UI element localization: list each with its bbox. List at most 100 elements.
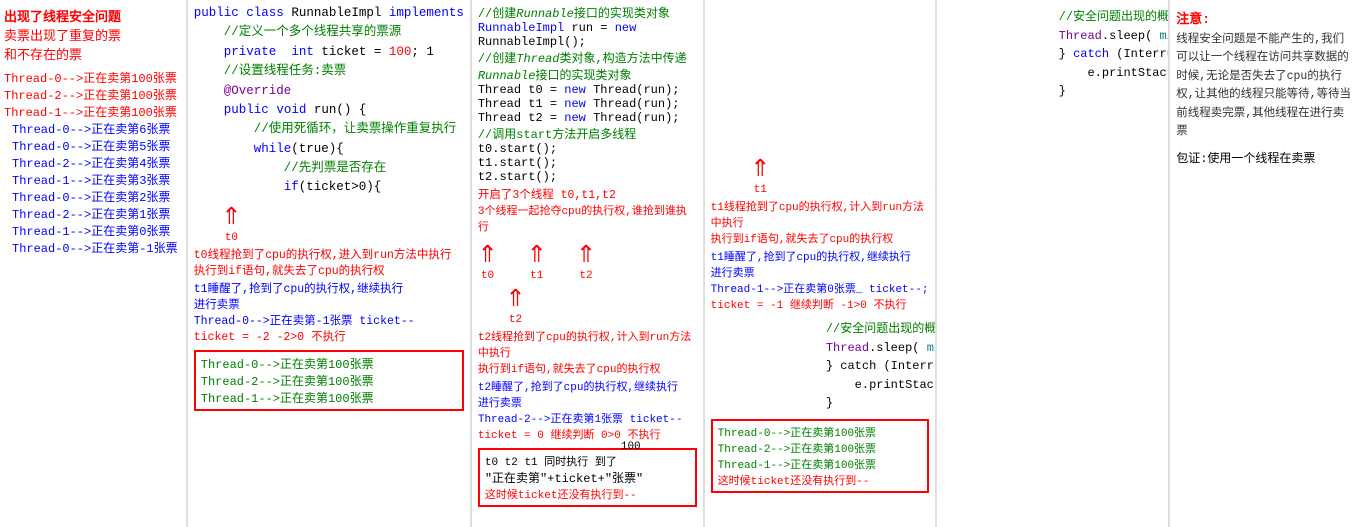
thread-t1-line: Thread t1 = new Thread(run); — [478, 97, 697, 111]
arrow-t2-below-label: t2 — [509, 314, 522, 326]
code-line-6: public void run() { — [194, 101, 464, 120]
sleep-line: Thread.sleep( millis: 10); — [711, 339, 930, 358]
thread-line-1: Thread-0-->正在卖第100张票 — [4, 69, 182, 86]
t2-annotation5: Thread-2-->正在卖第1张票 ticket-- — [478, 410, 697, 426]
col5-code: //安全问题出现的概率，让程序睡眠 Thread.sleep( millis: … — [943, 8, 1162, 101]
col5-brace: } — [943, 82, 1162, 101]
safety-warning-title: 出现了线程安全问题 — [4, 6, 182, 25]
thread-line-9: Thread-2-->正在卖第1张票 — [4, 205, 182, 222]
t2-annotation2: 执行到if语句,就失去了cpu的执行权 — [478, 360, 697, 376]
code-block: public class RunnableImpl implements Run… — [194, 4, 464, 198]
up-arrow-t1-col4: ⇑ — [751, 152, 770, 184]
t1-annotations: ⇑ t1 t1线程抢到了cpu的执行权,计入到run方法中执行 执行到if语句,… — [711, 152, 930, 312]
arrow-t2-col3: ⇑ t2 — [576, 238, 595, 282]
t2-arrow-label: ⇑ t2 — [478, 282, 697, 326]
box-col4-note: 这时候ticket还没有执行到-- — [718, 472, 923, 488]
thread-line-3: Thread-1-->正在卖第100张票 — [4, 103, 182, 120]
arrow-t0-label-col3: t0 — [481, 270, 494, 282]
box-col4-thread0: Thread-0-->正在卖第100张票 — [718, 424, 923, 440]
code-line-4: //设置线程任务:卖票 — [194, 62, 464, 81]
thread-line-5: Thread-0-->正在卖第5张票 — [4, 137, 182, 154]
t1-start-line: t1.start(); — [478, 156, 697, 170]
arrow-t0: ⇑ t0 — [222, 200, 241, 244]
t0-start-line: t0.start(); — [478, 142, 697, 156]
thread-t2-line: Thread t2 = new Thread(run); — [478, 111, 697, 125]
code-snippet: "正在卖第"+ticket+"张票" — [485, 469, 690, 486]
box-thread1: Thread-1-->正在卖第100张票 — [201, 389, 457, 406]
t0-annotation1: t0线程抢到了cpu的执行权,进入到run方法中执行 — [194, 246, 464, 262]
box-annotation-row: t0 t2 t1 同时执行 到了 100 — [485, 453, 690, 469]
code-line-2: //定义一个多个线程共享的票源 — [194, 23, 464, 42]
code-line-7: //使用死循环，让卖票操作重复执行 — [194, 120, 464, 139]
box-col4-thread2: Thread-2-->正在卖第100张票 — [718, 440, 923, 456]
t1-panel: ⇑ t1 t1线程抢到了cpu的执行权,计入到run方法中执行 执行到if语句,… — [705, 0, 938, 527]
open-threads-annotation: 开启了3个线程 t0,t1,t2 — [478, 186, 697, 202]
col5-comment: //安全问题出现的概率，让程序睡眠 — [943, 8, 1162, 27]
compete-annotation: 3个线程一起抢夺cpu的执行权,谁抢到谁执行 — [478, 202, 697, 234]
left-panel: 出现了线程安全问题 卖票出现了重复的票 和不存在的票 Thread-0-->正在… — [0, 0, 188, 527]
box-thread2: Thread-2-->正在卖第100张票 — [201, 372, 457, 389]
t2-annotation4: 进行卖票 — [478, 394, 697, 410]
arrow-t0-label: t0 — [225, 232, 238, 244]
thread-line-8: Thread-0-->正在卖第2张票 — [4, 188, 182, 205]
right-code-panel: //创建Runnable接口的实现类对象 RunnableImpl run = … — [472, 0, 705, 527]
right-code-col5: //安全问题出现的概率，让程序睡眠 Thread.sleep( millis: … — [937, 0, 1170, 527]
arrow-t2-label-col3: t2 — [579, 270, 592, 282]
arrow-t1-label-col3: t1 — [530, 270, 543, 282]
arrow-t0-col3: ⇑ t0 — [478, 238, 497, 282]
code-line-10: if(ticket>0){ — [194, 178, 464, 197]
main-layout: 出现了线程安全问题 卖票出现了重复的票 和不存在的票 Thread-0-->正在… — [0, 0, 1360, 527]
up-arrow-t0-col3: ⇑ — [478, 238, 497, 270]
box-col4-thread1: Thread-1-->正在卖第100张票 — [718, 456, 923, 472]
start-comment: //调用start方法开启多线程 — [478, 125, 697, 142]
thread-line-7: Thread-1-->正在卖第3张票 — [4, 171, 182, 188]
t1-col4-annotation2: 执行到if语句,就失去了cpu的执行权 — [711, 230, 894, 246]
t2-annotation6: ticket = 0 继续判断 0>0 不执行 — [478, 426, 697, 442]
guarantee-label: 包证:使用一个线程在卖票 — [1176, 149, 1354, 166]
highlight-box: Thread-0-->正在卖第100张票 Thread-2-->正在卖第100张… — [194, 350, 464, 411]
safety-warning-subtitle: 卖票出现了重复的票 — [4, 25, 182, 44]
t1-annotation5: Thread-0-->正在卖第-1张票 ticket-- — [194, 312, 464, 328]
note-label: 注意: — [1176, 8, 1354, 27]
arrow-t1-col3: ⇑ t1 — [527, 238, 546, 282]
up-arrow-t0: ⇑ — [222, 200, 241, 232]
t2-annotation3: t2睡醒了,抢到了cpu的执行权,继续执行 — [478, 378, 697, 394]
up-arrow-t2-below: ⇑ — [506, 282, 525, 314]
highlight-box-col4: Thread-0-->正在卖第100张票 Thread-2-->正在卖第100张… — [711, 419, 930, 493]
t2-annotation1: t2线程抢到了cpu的执行权,计入到run方法中执行 — [478, 328, 697, 360]
catch-line: } catch (InterruptedException e) { — [711, 357, 930, 376]
arrow-t0-section: ⇑ t0 — [222, 200, 464, 244]
t1-col4-annotation3: t1睡醒了,抢到了cpu的执行权,继续执行 — [711, 248, 911, 264]
code-line-8: while(true){ — [194, 140, 464, 159]
col5-stacktrace: e.printStackTrace(); — [943, 64, 1162, 83]
note-text: 线程安全问题是不能产生的,我们可以让一个线程在访问共享数据的时候,无论是否失去了… — [1176, 31, 1354, 141]
thread-line-4: Thread-0-->正在卖第6张票 — [4, 120, 182, 137]
t1-col4-annotation5: Thread-1-->正在卖第0张票_ ticket--; — [711, 280, 929, 296]
create-thread-comment: //创建Thread类对象,构造方法中传递Runnable接口的实现类对象 — [478, 49, 697, 83]
new-runnable-line: RunnableImpl run = new RunnableImpl(); — [478, 21, 697, 49]
code-panel: public class RunnableImpl implements Run… — [188, 0, 472, 527]
arrows-row: ⇑ t0 ⇑ t1 ⇑ t2 — [478, 238, 697, 282]
t0t2t1-label: t0 t2 t1 同时执行 到了 — [485, 453, 617, 469]
t0-annotation2: 执行到if语句,就失去了cpu的执行权 — [194, 262, 464, 278]
stack-trace-line: e.printStackTrace(); — [711, 376, 930, 395]
ticket-note: 这时候ticket还没有执行到-- — [485, 486, 690, 502]
arrow-t2-below: ⇑ t2 — [506, 282, 525, 326]
thread-output-list: Thread-0-->正在卖第100张票 Thread-2-->正在卖第100张… — [4, 69, 182, 256]
continuing-code: //安全问题出现的概率，让程序睡眠 Thread.sleep( millis: … — [711, 320, 930, 413]
thread-line-2: Thread-2-->正在卖第100张票 — [4, 86, 182, 103]
t1-col4-annotation1: t1线程抢到了cpu的执行权,计入到run方法中执行 — [711, 198, 930, 230]
col5-catch: } catch (InterruptedException e) { — [943, 45, 1162, 64]
code-line-5: @Override — [194, 82, 464, 101]
thread-line-6: Thread-2-->正在卖第4张票 — [4, 154, 182, 171]
catch-close: } — [711, 394, 930, 413]
up-arrow-t1-col3: ⇑ — [527, 238, 546, 270]
box-thread0: Thread-0-->正在卖第100张票 — [201, 355, 457, 372]
thread-t0-line: Thread t0 = new Thread(run); — [478, 83, 697, 97]
notes-panel: 注意: 线程安全问题是不能产生的,我们可以让一个线程在访问共享数据的时候,无论是… — [1170, 0, 1360, 527]
col5-sleep: Thread.sleep( millis: 10); — [943, 27, 1162, 46]
thread-line-10: Thread-1-->正在卖第0张票 — [4, 222, 182, 239]
safety-warning-subtitle2: 和不存在的票 — [4, 44, 182, 63]
arrow-t1-label-col4: t1 — [754, 184, 767, 196]
t1-annotation3: t1睡醒了,抢到了cpu的执行权,继续执行 — [194, 280, 464, 296]
